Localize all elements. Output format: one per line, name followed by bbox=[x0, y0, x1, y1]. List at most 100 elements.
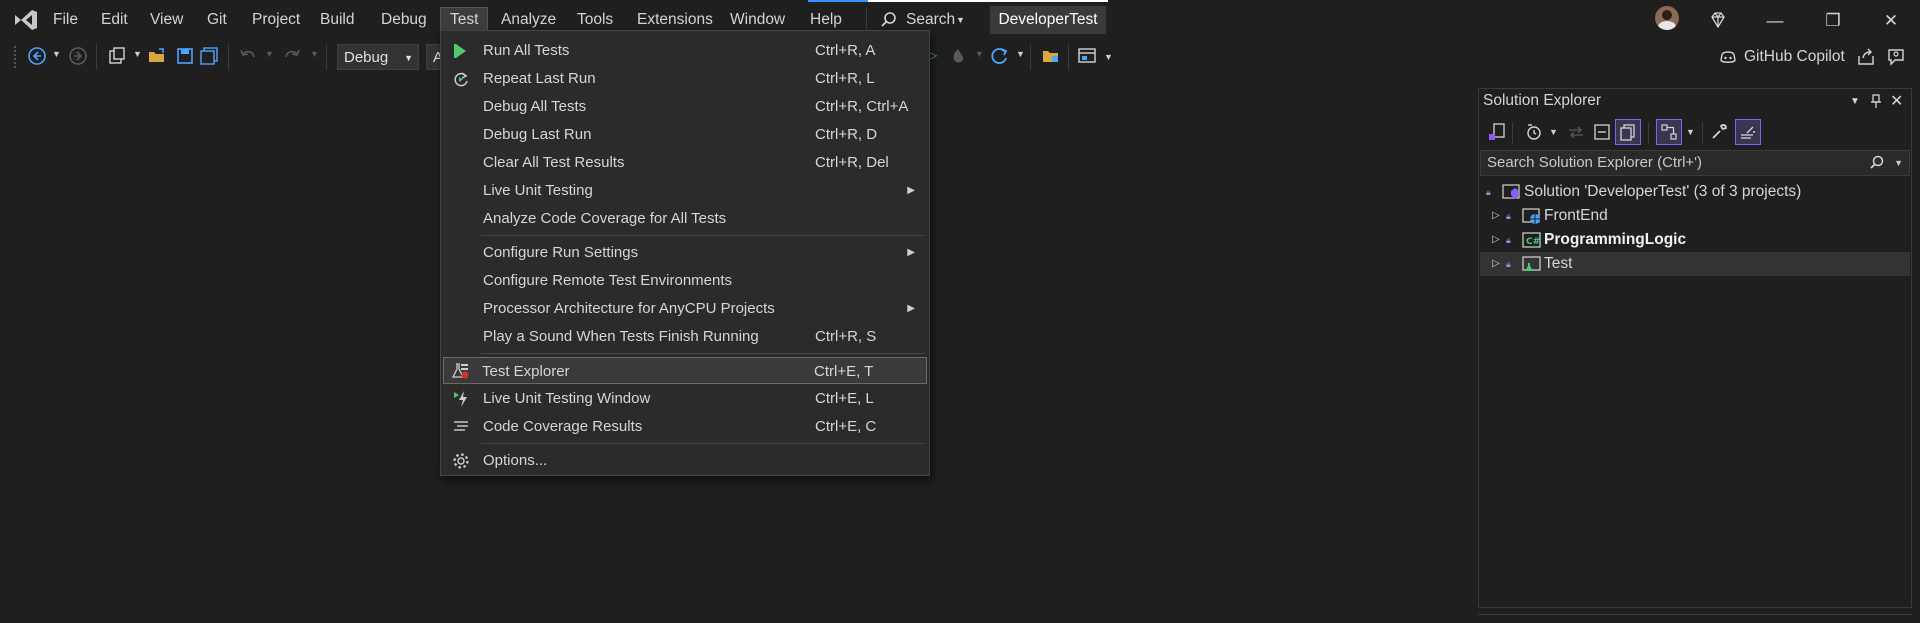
open-folder-view-icon[interactable] bbox=[1041, 46, 1061, 66]
refresh-icon[interactable] bbox=[990, 46, 1010, 66]
menu-help[interactable]: Help bbox=[801, 8, 851, 32]
window-position-icon[interactable]: ▼ bbox=[1850, 96, 1860, 107]
menu-item-label: Processor Architecture for AnyCPU Projec… bbox=[483, 300, 775, 317]
new-item-dropdown-icon[interactable]: ▼ bbox=[133, 49, 142, 59]
gear-icon bbox=[453, 453, 469, 469]
menu-item-shortcut: Ctrl+E, C bbox=[815, 418, 877, 435]
home-switch-views-icon[interactable] bbox=[1487, 122, 1507, 142]
visual-studio-logo-icon[interactable] bbox=[12, 6, 40, 34]
toolbar-overflow-icon[interactable]: ▼ bbox=[1104, 52, 1113, 62]
menu-item-play-sound[interactable]: Play a Sound When Tests Finish Running C… bbox=[443, 323, 927, 350]
restore-icon[interactable]: ❐ bbox=[1818, 10, 1848, 32]
chevron-down-icon: ▼ bbox=[956, 15, 965, 25]
solution-name-badge: DeveloperTest bbox=[990, 6, 1106, 34]
menu-project[interactable]: Project bbox=[243, 8, 309, 32]
menu-item-live-unit-testing-window[interactable]: Live Unit Testing Window Ctrl+E, L bbox=[443, 385, 927, 412]
menu-item-label: Live Unit Testing Window bbox=[483, 390, 651, 407]
menu-file[interactable]: File bbox=[44, 8, 87, 32]
menu-item-live-unit-testing[interactable]: Live Unit Testing ▶ bbox=[443, 177, 927, 204]
preview-icon bbox=[1741, 126, 1755, 139]
test-explorer-icon bbox=[451, 363, 469, 379]
undo-icon[interactable] bbox=[238, 46, 258, 66]
close-panel-icon[interactable]: ✕ bbox=[1890, 91, 1903, 111]
menu-item-debug-last-run[interactable]: Debug Last Run Ctrl+R, D bbox=[443, 121, 927, 148]
menu-item-analyze-code-coverage[interactable]: Analyze Code Coverage for All Tests bbox=[443, 205, 927, 232]
menu-view[interactable]: View bbox=[141, 8, 192, 32]
premium-diamond-icon[interactable] bbox=[1708, 10, 1728, 30]
menu-debug[interactable]: Debug bbox=[372, 8, 436, 32]
copilot-button[interactable]: GitHub Copilot bbox=[1744, 44, 1845, 70]
menu-tools[interactable]: Tools bbox=[568, 8, 622, 32]
save-all-icon[interactable] bbox=[199, 46, 219, 66]
menu-item-label: Debug Last Run bbox=[483, 126, 592, 143]
menu-item-code-coverage-results[interactable]: Code Coverage Results Ctrl+E, C bbox=[443, 413, 927, 440]
toolbar-separator bbox=[228, 44, 229, 70]
expand-arrow-icon[interactable]: ▷ bbox=[1492, 228, 1500, 252]
menu-item-shortcut: Ctrl+R, Del bbox=[815, 154, 889, 171]
menu-edit[interactable]: Edit bbox=[92, 8, 137, 32]
layout-icon[interactable] bbox=[1077, 46, 1097, 66]
toolbar-grip[interactable] bbox=[14, 46, 19, 68]
tree-item-project-frontend[interactable]: ▷ 🔒︎ FrontEnd bbox=[1480, 204, 1910, 228]
submenu-arrow-icon: ▶ bbox=[907, 247, 915, 258]
view-class-diagram-button[interactable] bbox=[1656, 119, 1682, 145]
menu-item-repeat-last-run[interactable]: Repeat Last Run Ctrl+R, L bbox=[443, 65, 927, 92]
menu-separator bbox=[481, 443, 925, 444]
new-item-icon[interactable] bbox=[107, 46, 127, 66]
menu-git[interactable]: Git bbox=[198, 8, 236, 32]
save-icon[interactable] bbox=[175, 46, 195, 66]
tree-item-project-test[interactable]: ▷ 🔒︎ Test bbox=[1480, 252, 1910, 276]
properties-wrench-icon[interactable] bbox=[1709, 122, 1729, 142]
menu-item-run-all-tests[interactable]: Run All Tests Ctrl+R, A bbox=[443, 37, 927, 64]
menu-item-shortcut: Ctrl+R, A bbox=[815, 42, 876, 59]
menu-item-test-explorer[interactable]: Test Explorer Ctrl+E, T bbox=[443, 357, 927, 384]
tree-item-solution[interactable]: 🔒︎ Solution 'DeveloperTest' (3 of 3 proj… bbox=[1480, 180, 1910, 204]
sync-with-document-icon[interactable] bbox=[1566, 122, 1586, 142]
menu-extensions[interactable]: Extensions bbox=[628, 8, 722, 32]
menu-analyze[interactable]: Analyze bbox=[492, 8, 565, 32]
close-icon[interactable]: ✕ bbox=[1876, 10, 1906, 32]
toolbar-separator bbox=[96, 44, 97, 70]
hot-reload-dropdown-icon[interactable]: ▼ bbox=[975, 49, 984, 59]
code-coverage-icon bbox=[454, 421, 468, 431]
collapse-all-icon[interactable] bbox=[1592, 122, 1612, 142]
feedback-icon[interactable] bbox=[1886, 47, 1906, 67]
menu-item-label: Play a Sound When Tests Finish Running bbox=[483, 328, 759, 345]
toolbar-separator bbox=[326, 44, 327, 70]
back-dropdown-icon[interactable]: ▼ bbox=[52, 49, 61, 59]
menu-item-options[interactable]: Options... bbox=[443, 447, 927, 474]
configuration-select[interactable]: Debug ▼ bbox=[337, 44, 419, 70]
filter-dropdown-icon[interactable]: ▼ bbox=[1549, 127, 1558, 137]
show-all-files-button[interactable] bbox=[1615, 119, 1641, 145]
toolbar-separator bbox=[1648, 122, 1649, 144]
forward-icon[interactable] bbox=[68, 46, 88, 66]
minimize-icon[interactable]: — bbox=[1760, 10, 1790, 32]
diagram-dropdown-icon[interactable]: ▼ bbox=[1686, 127, 1695, 137]
solution-explorer-search-input[interactable]: Search Solution Explorer (Ctrl+') ▼ bbox=[1480, 150, 1910, 176]
pin-icon[interactable] bbox=[1868, 93, 1884, 109]
refresh-dropdown-icon[interactable]: ▼ bbox=[1016, 49, 1025, 59]
test-menu-dropdown: Run All Tests Ctrl+R, A Repeat Last Run … bbox=[440, 30, 930, 476]
pending-changes-filter-icon[interactable] bbox=[1524, 122, 1544, 142]
menu-item-label: Repeat Last Run bbox=[483, 70, 596, 87]
project-label: Test bbox=[1544, 255, 1573, 272]
tree-item-project-programminglogic[interactable]: ▷ 🔒︎ C# ProgrammingLogic bbox=[1480, 228, 1910, 252]
avatar[interactable] bbox=[1655, 6, 1679, 30]
menu-item-configure-remote-test-environments[interactable]: Configure Remote Test Environments bbox=[443, 267, 927, 294]
menu-item-configure-run-settings[interactable]: Configure Run Settings ▶ bbox=[443, 239, 927, 266]
menu-item-processor-architecture[interactable]: Processor Architecture for AnyCPU Projec… bbox=[443, 295, 927, 322]
expand-arrow-icon[interactable]: ▷ bbox=[1492, 204, 1500, 228]
hot-reload-icon[interactable] bbox=[948, 46, 968, 66]
menu-build[interactable]: Build bbox=[311, 8, 363, 32]
expand-arrow-icon[interactable]: ▷ bbox=[1492, 252, 1500, 276]
menu-item-clear-all-test-results[interactable]: Clear All Test Results Ctrl+R, Del bbox=[443, 149, 927, 176]
open-folder-icon[interactable] bbox=[147, 46, 167, 66]
redo-dropdown-icon[interactable]: ▼ bbox=[310, 49, 319, 59]
menu-item-debug-all-tests[interactable]: Debug All Tests Ctrl+R, Ctrl+A bbox=[443, 93, 927, 120]
redo-icon[interactable] bbox=[282, 46, 302, 66]
undo-dropdown-icon[interactable]: ▼ bbox=[265, 49, 274, 59]
preview-selected-items-button[interactable] bbox=[1735, 119, 1761, 145]
menu-window[interactable]: Window bbox=[721, 8, 794, 32]
back-icon[interactable] bbox=[27, 46, 47, 66]
share-icon[interactable] bbox=[1856, 47, 1876, 67]
